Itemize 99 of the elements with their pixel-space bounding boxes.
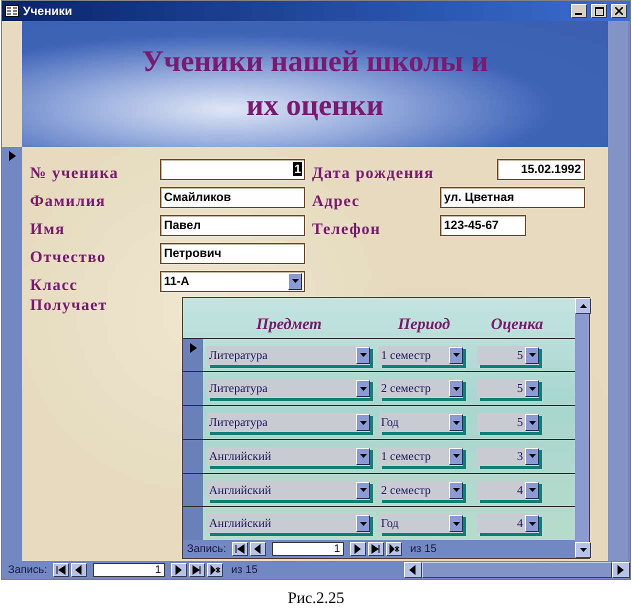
caret-icon (528, 420, 536, 425)
scroll-thumb[interactable] (422, 562, 612, 578)
input-field[interactable]: 1 (160, 158, 305, 180)
next-record-button[interactable] (171, 563, 188, 577)
record-number-field[interactable]: 1 (93, 563, 166, 577)
subform-label: Получает (30, 297, 108, 316)
next-record-icon (616, 565, 626, 575)
new-record-button[interactable] (207, 563, 224, 577)
row-selector[interactable] (183, 338, 203, 372)
period-combo-box[interactable]: 2 семестр (379, 379, 463, 398)
prev-record-button[interactable] (250, 542, 266, 556)
subject-combo-box[interactable]: Английский (207, 514, 370, 534)
prev-record-icon (408, 565, 418, 575)
scroll-up-icon (580, 304, 586, 308)
caret-icon (452, 454, 460, 458)
record-label: Запись: (187, 543, 226, 556)
grade-combo-box[interactable]: 3 (477, 446, 539, 466)
maximize-button[interactable] (591, 4, 607, 18)
input-field[interactable]: Петрович (160, 242, 305, 264)
column-header: Оценка (490, 316, 544, 334)
input-field[interactable]: Смайликов (160, 186, 305, 208)
grade-combo-box[interactable]: 5 (477, 413, 539, 432)
caret-icon (360, 454, 366, 458)
record-count: из 15 (410, 543, 437, 556)
subject-combo-box[interactable]: Литература (207, 413, 370, 432)
period-combo-box[interactable]: 1 семестр (379, 446, 463, 466)
prev-record-button[interactable] (71, 563, 88, 577)
record-label: Запись: (8, 564, 48, 576)
caret-icon (360, 522, 366, 526)
grade-combo-box[interactable]: 5 (477, 346, 539, 365)
form-icon (5, 5, 19, 17)
grade-combo-box[interactable]: 5 (477, 379, 539, 398)
grade-combo-box[interactable]: 4 (477, 480, 539, 500)
column-header: Период (396, 316, 452, 334)
caret-icon (452, 386, 460, 391)
period-combo-box[interactable]: 2 семестр (379, 480, 463, 500)
subject-combo-box[interactable]: Литература (207, 379, 370, 398)
current-row-icon (190, 342, 196, 353)
caret-icon (452, 488, 460, 492)
maximize-icon (594, 6, 604, 16)
new-record-icon (210, 565, 221, 575)
field-label: Фамилия (30, 193, 107, 211)
caret-icon (360, 488, 366, 492)
field-label: Дата рождения (312, 165, 436, 183)
caret-icon (528, 488, 536, 492)
caret-icon (452, 353, 460, 358)
field-label: Отчество (30, 249, 108, 267)
new-record-button[interactable] (386, 542, 402, 556)
caret-icon (580, 548, 586, 552)
first-record-icon (56, 565, 67, 575)
caret-icon (528, 454, 536, 458)
subject-combo-box[interactable]: Английский (207, 480, 370, 500)
caret-icon (360, 420, 366, 425)
caret-icon (528, 522, 536, 526)
caret-icon (292, 279, 298, 283)
close-icon (615, 7, 623, 15)
window-title: Ученики (23, 4, 74, 18)
record-number-field[interactable]: 1 (272, 542, 344, 556)
input-field[interactable]: 15.02.1992 (497, 158, 585, 180)
field-label: Имя (30, 221, 66, 239)
period-combo-box[interactable]: Год (379, 514, 463, 534)
next-record-button[interactable] (350, 542, 366, 556)
input-field[interactable]: ул. Цветная (440, 186, 585, 208)
caret-icon (528, 353, 536, 358)
last-record-button[interactable] (189, 563, 206, 577)
minimize-button[interactable] (571, 4, 587, 18)
new-record-icon (388, 544, 400, 554)
input-field[interactable]: 123-45-67 (440, 214, 526, 236)
caret-icon (528, 386, 536, 391)
field-label: № ученика (30, 165, 120, 183)
horizontal-scrollbar[interactable] (404, 562, 630, 578)
caret-icon (360, 386, 366, 391)
last-record-button[interactable] (368, 542, 384, 556)
subject-combo-box[interactable]: Английский (207, 446, 370, 466)
form-heading: Ученики нашей школы и их оценки (142, 44, 488, 124)
last-record-icon (192, 565, 203, 575)
close-button[interactable] (611, 4, 627, 18)
figure-caption: Рис.2.25 (286, 590, 346, 608)
row-selector[interactable] (183, 474, 203, 506)
class-combo-box[interactable]: 11-А (160, 270, 305, 292)
grade-combo-box[interactable]: 4 (477, 514, 539, 534)
field-label: Адрес (312, 193, 361, 211)
column-header: Предмет (255, 316, 323, 334)
caret-icon (452, 420, 460, 425)
field-label: Телефон (312, 221, 382, 239)
vertical-scrollbar[interactable] (608, 21, 628, 561)
period-combo-box[interactable]: 1 семестр (379, 346, 463, 365)
caret-icon (360, 353, 366, 358)
first-record-button[interactable] (53, 563, 70, 577)
caret-icon (452, 522, 460, 526)
vertical-scrollbar[interactable] (575, 298, 589, 558)
subject-combo-box[interactable]: Литература (207, 346, 370, 365)
first-record-icon (234, 544, 246, 554)
period-combo-box[interactable]: Год (379, 413, 463, 432)
last-record-icon (370, 544, 382, 554)
first-record-button[interactable] (232, 542, 248, 556)
input-field[interactable]: Павел (160, 214, 305, 236)
record-count: из 15 (231, 564, 258, 576)
field-label: Класс (30, 277, 79, 295)
